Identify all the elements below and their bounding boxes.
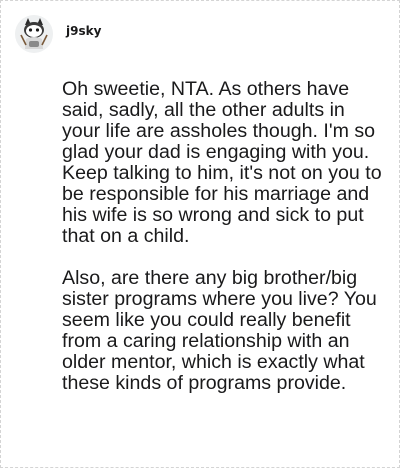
comment-paragraph: Oh sweetie, NTA. As others have said, sa…: [62, 78, 382, 247]
username-link[interactable]: j9sky: [66, 24, 101, 38]
comment-header: j9sky: [15, 15, 101, 53]
snoo-avatar-icon: [15, 15, 53, 53]
user-avatar[interactable]: [15, 15, 53, 53]
comment-body: Oh sweetie, NTA. As others have said, sa…: [62, 79, 384, 415]
comment-paragraph: Also, are there any big brother/big sist…: [62, 267, 377, 394]
comment-card: j9sky Oh sweetie, NTA. As others have sa…: [0, 0, 400, 468]
